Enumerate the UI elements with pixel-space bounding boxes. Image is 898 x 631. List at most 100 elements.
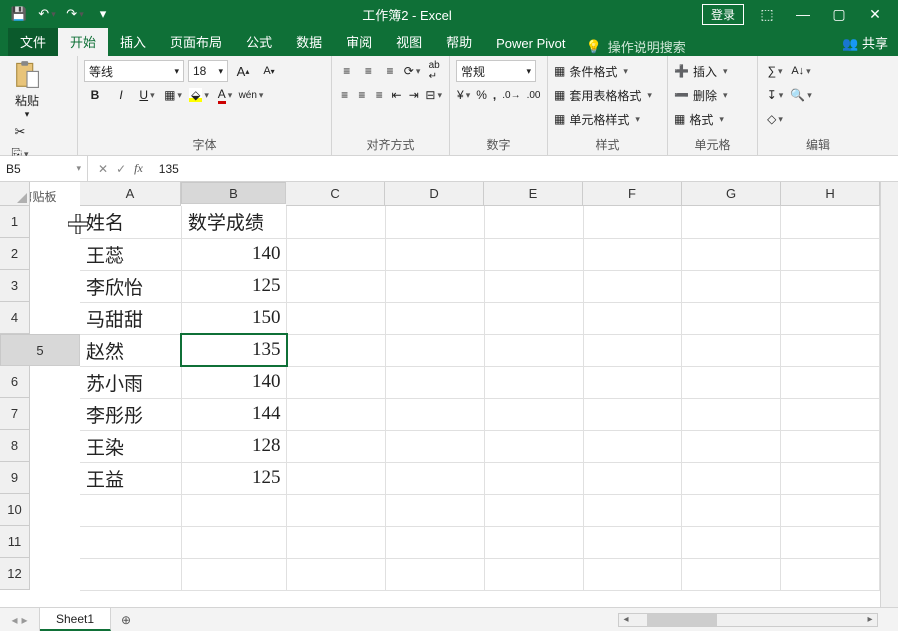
cell[interactable] xyxy=(484,206,583,238)
increase-decimal-icon[interactable]: .0→ xyxy=(501,84,521,106)
cell[interactable] xyxy=(287,558,386,590)
tab-formulas[interactable]: 公式 xyxy=(234,28,284,56)
bold-button[interactable]: B xyxy=(84,84,106,106)
row-header-5[interactable]: 5 xyxy=(0,334,80,366)
align-right-icon[interactable]: ≡ xyxy=(373,84,386,106)
border-button[interactable]: ▦ xyxy=(162,84,184,106)
redo-button[interactable]: ↷ xyxy=(62,3,88,25)
cell[interactable]: 125 xyxy=(181,270,287,302)
row-header-9[interactable]: 9 xyxy=(0,462,30,494)
cell[interactable] xyxy=(781,270,880,302)
scroll-thumb[interactable] xyxy=(647,614,717,626)
row-header-12[interactable]: 12 xyxy=(0,558,30,590)
insert-cells-button[interactable]: ➕插入 xyxy=(674,60,751,82)
cell[interactable] xyxy=(781,398,880,430)
cell[interactable] xyxy=(287,430,386,462)
cell[interactable] xyxy=(682,206,781,238)
column-header-H[interactable]: H xyxy=(781,182,880,206)
row-header-3[interactable]: 3 xyxy=(0,270,30,302)
cell[interactable]: 赵然 xyxy=(80,334,181,366)
find-select-button[interactable]: 🔍 xyxy=(790,84,812,106)
number-format-select[interactable]: 常规▾ xyxy=(456,60,536,82)
cell[interactable] xyxy=(80,526,181,558)
cut-icon[interactable]: ✂ xyxy=(10,122,30,142)
cell[interactable] xyxy=(287,238,386,270)
cell[interactable] xyxy=(386,334,485,366)
cell[interactable] xyxy=(386,302,485,334)
column-header-C[interactable]: C xyxy=(286,182,385,206)
cell-grid[interactable]: 姓名数学成绩王蕊140李欣怡125马甜甜150赵然135苏小雨140李彤彤144… xyxy=(80,206,880,591)
cell[interactable] xyxy=(181,494,287,526)
cancel-icon[interactable]: ✕ xyxy=(98,162,108,176)
ribbon-display-icon[interactable]: ⬚ xyxy=(754,6,780,23)
row-header-1[interactable]: 1 xyxy=(0,206,30,238)
cell[interactable] xyxy=(781,334,880,366)
clear-button[interactable]: ◇ xyxy=(764,108,786,130)
font-size-select[interactable]: 18▾ xyxy=(188,60,228,82)
tab-page-layout[interactable]: 页面布局 xyxy=(158,28,234,56)
cell[interactable] xyxy=(583,526,682,558)
cell[interactable] xyxy=(781,558,880,590)
cell[interactable] xyxy=(287,206,386,238)
cell[interactable] xyxy=(781,526,880,558)
cell[interactable] xyxy=(682,334,781,366)
tab-view[interactable]: 视图 xyxy=(384,28,434,56)
cell[interactable] xyxy=(484,366,583,398)
cell[interactable] xyxy=(386,366,485,398)
phonetic-button[interactable]: wén xyxy=(240,84,262,106)
cell[interactable]: 140 xyxy=(181,366,287,398)
delete-cells-button[interactable]: ➖删除 xyxy=(674,84,751,106)
column-header-G[interactable]: G xyxy=(682,182,781,206)
cell[interactable] xyxy=(484,238,583,270)
cell[interactable] xyxy=(583,206,682,238)
underline-button[interactable]: U xyxy=(136,84,158,106)
cell[interactable] xyxy=(386,238,485,270)
increase-indent-icon[interactable]: ⇥ xyxy=(407,84,420,106)
tab-help[interactable]: 帮助 xyxy=(434,28,484,56)
tab-home[interactable]: 开始 xyxy=(58,28,108,56)
save-icon[interactable]: 💾 xyxy=(6,3,32,25)
align-middle-icon[interactable]: ≡ xyxy=(360,60,378,82)
login-button[interactable]: 登录 xyxy=(702,4,744,25)
row-header-6[interactable]: 6 xyxy=(0,366,30,398)
column-header-B[interactable]: B xyxy=(181,182,286,204)
cell[interactable] xyxy=(181,526,287,558)
tell-me-search[interactable]: 💡 操作说明搜索 xyxy=(586,37,686,56)
formula-bar[interactable]: 135 xyxy=(153,162,898,176)
decrease-font-icon[interactable]: A▾ xyxy=(258,60,280,82)
cell[interactable] xyxy=(484,430,583,462)
cell[interactable] xyxy=(181,558,287,590)
format-cells-button[interactable]: ▦格式 xyxy=(674,108,751,130)
cell[interactable] xyxy=(287,398,386,430)
merge-cells-icon[interactable]: ⊟ xyxy=(424,84,443,106)
row-header-11[interactable]: 11 xyxy=(0,526,30,558)
cell[interactable]: 数学成绩 xyxy=(181,206,287,238)
cell[interactable]: 李彤彤 xyxy=(80,398,181,430)
tab-file[interactable]: 文件 xyxy=(8,28,58,56)
minimize-button[interactable]: — xyxy=(790,6,816,22)
close-button[interactable]: ✕ xyxy=(862,6,888,23)
cell[interactable] xyxy=(386,270,485,302)
cell[interactable] xyxy=(484,334,583,366)
cell[interactable] xyxy=(781,430,880,462)
cell[interactable] xyxy=(287,526,386,558)
tab-insert[interactable]: 插入 xyxy=(108,28,158,56)
column-header-A[interactable]: A xyxy=(80,182,181,206)
horizontal-scrollbar[interactable]: ◂ ▸ xyxy=(618,613,878,627)
cell[interactable] xyxy=(583,366,682,398)
cell[interactable] xyxy=(781,462,880,494)
undo-button[interactable]: ↶ xyxy=(34,3,60,25)
cell[interactable] xyxy=(682,558,781,590)
cell[interactable] xyxy=(287,462,386,494)
cell[interactable] xyxy=(682,526,781,558)
cell[interactable] xyxy=(682,302,781,334)
format-as-table-button[interactable]: ▦套用表格格式 xyxy=(554,84,661,106)
accounting-format-icon[interactable]: ¥ xyxy=(456,84,471,106)
cell[interactable] xyxy=(386,206,485,238)
cell[interactable] xyxy=(386,430,485,462)
column-header-E[interactable]: E xyxy=(484,182,583,206)
align-center-icon[interactable]: ≡ xyxy=(355,84,368,106)
cell[interactable] xyxy=(484,462,583,494)
percent-format-icon[interactable]: % xyxy=(475,84,488,106)
tab-data[interactable]: 数据 xyxy=(284,28,334,56)
